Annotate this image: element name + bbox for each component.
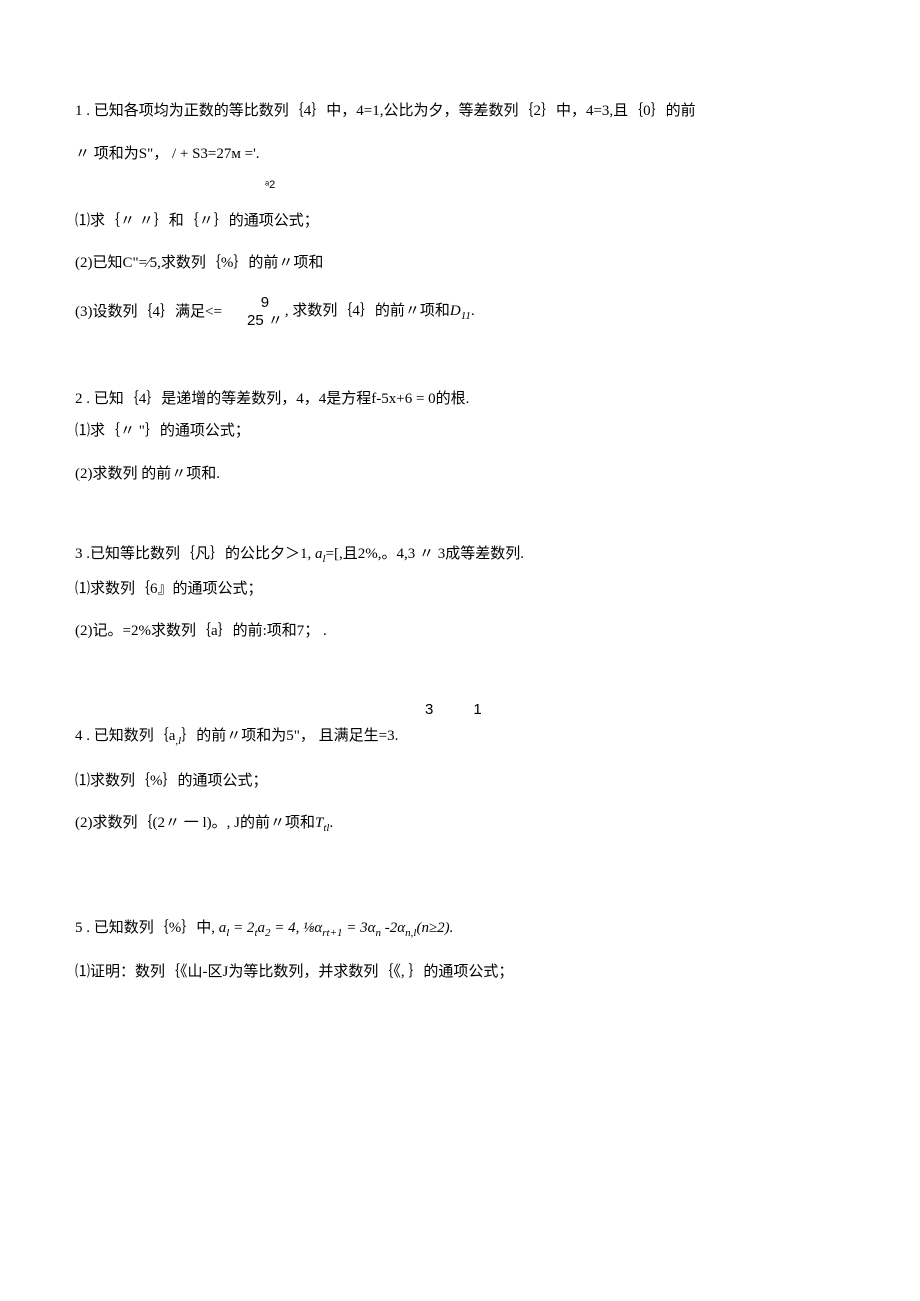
- p4-l3a: (2)求数列｛(2〃 一 l)。, J的前〃项和: [75, 815, 315, 831]
- p5-mid2: -2α: [381, 920, 405, 936]
- problem-2: 2 . 已知｛4｝是递增的等差数列，4，4是方程f-5x+6 = 0的根. ⑴求…: [75, 388, 845, 486]
- p5-sub3: rt+1: [322, 927, 342, 939]
- p1-sub3-fraction: 9 25 〃: [247, 295, 283, 330]
- p4-dot: .: [329, 815, 333, 831]
- p2-line1: 2 . 已知｛4｝是递增的等差数列，4，4是方程f-5x+6 = 0的根.: [75, 388, 845, 411]
- p2-sub1: ⑴求｛〃 "｝的通项公式；: [75, 420, 845, 443]
- p3-line1: 3 .已知等比数列｛凡｝的公比夕＞1, al=[,且2%,。4,3 〃 3成等差…: [75, 543, 845, 568]
- p1-dot: .: [471, 303, 475, 319]
- p1-sub3: (3)设数列｛4｝满足<= 9 25 〃 , 求数列｛4｝的前〃项和D11.: [75, 295, 845, 330]
- document-page: 1 . 已知各项均为正数的等比数列｛4｝中，4=1,公比为夕，等差数列｛2｝中，…: [0, 0, 920, 1102]
- p3-l1b: =[,且2%,。4,3 〃 3成等差数列.: [326, 546, 524, 562]
- p1-line2-text: 〃 项和为S"， / + S3=27м ='.: [75, 146, 260, 162]
- p1-frac-bot: 25 〃: [247, 313, 283, 330]
- p1-line2: 〃 项和为S"， / + S3=27м ='.: [75, 143, 845, 166]
- p3-sub2: (2)记。=2%求数列｛a｝的前:项和7； .: [75, 620, 845, 643]
- p1-D: D: [450, 303, 461, 319]
- p3-l3a: (2)记。=2%求数列｛a｝的前:项和7；: [75, 623, 319, 639]
- p1-sub3-lead: (3)设数列｛4｝满足<=: [75, 301, 245, 324]
- p1-frac-top: 9: [247, 295, 283, 312]
- p4-top-numbers: 31: [425, 699, 845, 722]
- p2-sub2: (2)求数列 的前〃项和.: [75, 463, 845, 486]
- p4-line1: 4 . 已知数列｛a,l｝的前〃项和为5"， 且满足生=3.: [75, 725, 845, 750]
- problem-1: 1 . 已知各项均为正数的等比数列｛4｝中，4=1,公比为夕，等差数列｛2｝中，…: [75, 100, 845, 330]
- p5-l1a: 5 . 已知数列｛%｝中,: [75, 920, 219, 936]
- p3-l1a: 3 .已知等比数列｛凡｝的公比夕＞1,: [75, 546, 315, 562]
- p1-sub1: ⑴求｛〃 〃｝和｛〃｝的通项公式；: [75, 210, 845, 233]
- p1-line1: 1 . 已知各项均为正数的等比数列｛4｝中，4=1,公比为夕，等差数列｛2｝中，…: [75, 100, 845, 123]
- p4-l1b: ｝的前〃项和为5"， 且满足生=3.: [181, 728, 398, 744]
- p5-eq1: = 2: [229, 920, 254, 936]
- p5-sub5: n,l: [405, 927, 416, 939]
- p3-ai: a: [315, 546, 323, 562]
- p5-a2: a: [258, 920, 266, 936]
- p5-eq2: = 4, ⅛α: [271, 920, 323, 936]
- p1-sup-a2: ᵃ2: [265, 179, 275, 191]
- p3-sub1: ⑴求数列｛6』的通项公式；: [75, 578, 845, 601]
- p1-line2-sup: ᵃ2: [265, 179, 845, 202]
- p4-sub1: ⑴求数列｛%｝的通项公式；: [75, 770, 845, 793]
- problem-4: 31 4 . 已知数列｛a,l｝的前〃项和为5"， 且满足生=3. ⑴求数列｛%…: [75, 699, 845, 837]
- p5-line1: 5 . 已知数列｛%｝中, al = 2ta2 = 4, ⅛αrt+1 = 3α…: [75, 917, 845, 942]
- p1-sub3-tail: , 求数列｛4｝的前〃项和D11.: [285, 300, 475, 325]
- p4-l1a: 4 . 已知数列｛a: [75, 728, 175, 744]
- p3-l3b: .: [319, 623, 327, 639]
- p5-end: (n≥2).: [416, 920, 453, 936]
- p5-mid: = 3α: [343, 920, 376, 936]
- p1-Dsub: 11: [461, 310, 471, 322]
- p4-top-a: 3: [425, 701, 433, 718]
- problem-3: 3 .已知等比数列｛凡｝的公比夕＞1, al=[,且2%,。4,3 〃 3成等差…: [75, 543, 845, 643]
- p4-top-b: 1: [473, 701, 481, 718]
- p4-sub2: (2)求数列｛(2〃 一 l)。, J的前〃项和Ttl.: [75, 812, 845, 837]
- p5-sub1: ⑴证明：数列｛《山-区J为等比数列，并求数列｛《, ｝的通项公式；: [75, 961, 845, 984]
- problem-5: 5 . 已知数列｛%｝中, al = 2ta2 = 4, ⅛αrt+1 = 3α…: [75, 917, 845, 984]
- p1-sub2: (2)已知C"=∕5,求数列｛%｝的前〃项和: [75, 252, 845, 275]
